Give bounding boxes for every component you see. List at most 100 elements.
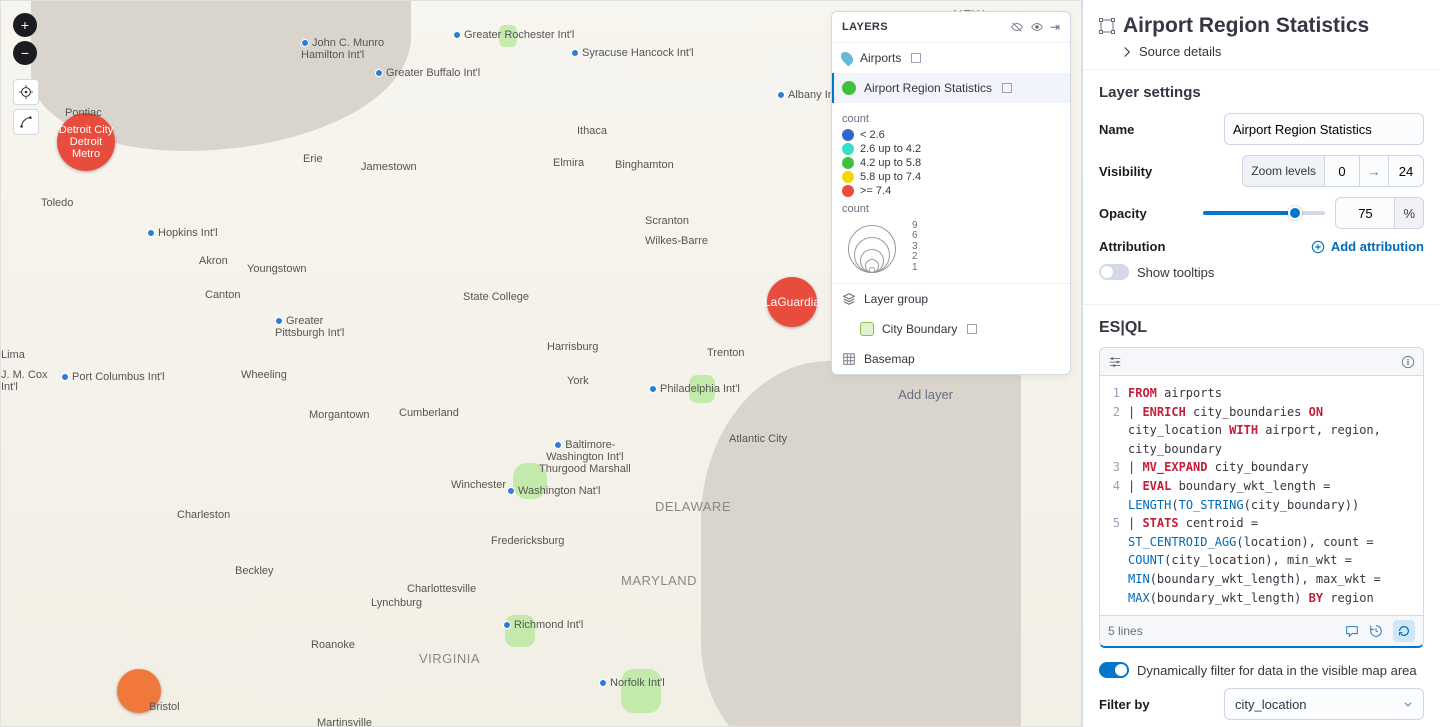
layer-airports[interactable]: Airports: [832, 43, 1070, 73]
legend-title: count: [842, 203, 1060, 215]
layer-basemap[interactable]: Basemap: [832, 344, 1070, 374]
map-place: Wheeling: [241, 369, 287, 381]
show-tooltips-label: Show tooltips: [1137, 265, 1214, 280]
map-place: Canton: [205, 289, 240, 301]
map-place: Bristol: [149, 701, 180, 713]
layer-editor-panel: Airport Region Statistics Source details…: [1082, 0, 1440, 727]
map-place: Cumberland: [399, 407, 459, 419]
attribution-label: Attribution: [1099, 239, 1165, 254]
map-place: York: [567, 375, 589, 387]
map-place: Ithaca: [577, 125, 607, 137]
map-place: Fredericksburg: [491, 535, 564, 547]
show-tooltips-toggle[interactable]: [1099, 264, 1129, 280]
circle-icon: [842, 81, 856, 95]
airport-label: Philadelphia Int'l: [660, 383, 740, 395]
checkbox-icon[interactable]: [1002, 83, 1012, 93]
show-all-icon[interactable]: [1030, 20, 1044, 34]
map-place: State College: [463, 291, 529, 303]
layer-label: Airport Region Statistics: [864, 81, 992, 95]
marker-detroit[interactable]: Detroit City Detroit Metro: [57, 113, 115, 171]
legend-row: 4.2 up to 5.8: [842, 157, 1060, 169]
esql-editor[interactable]: 1FROM airports2| ENRICH city_boundaries …: [1099, 375, 1424, 616]
locate-button[interactable]: [13, 79, 39, 105]
airport-label: Syracuse Hancock Int'l: [582, 47, 694, 59]
airport-label: J. M. CoxInt'l: [1, 369, 47, 393]
collapse-icon[interactable]: ⇥: [1050, 20, 1060, 34]
airport-label: Norfolk Int'l: [610, 677, 665, 689]
info-icon[interactable]: [1401, 355, 1415, 369]
source-details-toggle[interactable]: Source details: [1121, 44, 1424, 59]
editor-settings-icon[interactable]: [1108, 355, 1122, 369]
zoom-levels-label: Zoom levels: [1242, 155, 1324, 187]
legend-row: < 2.6: [842, 129, 1060, 141]
feedback-icon[interactable]: [1345, 624, 1359, 638]
add-attribution-button[interactable]: Add attribution: [1311, 239, 1424, 254]
visibility-label: Visibility: [1099, 164, 1152, 179]
measure-button[interactable]: [13, 109, 39, 135]
map-place: Martinsville: [317, 717, 372, 727]
zoom-max-input[interactable]: [1388, 155, 1424, 187]
filter-by-select[interactable]: city_location: [1224, 688, 1424, 720]
airport-label: Greater Buffalo Int'l: [386, 67, 480, 79]
map-place: Roanoke: [311, 639, 355, 651]
grid-icon: [842, 352, 856, 366]
map-place: Toledo: [41, 197, 73, 209]
percent-suffix: %: [1395, 197, 1424, 229]
history-icon[interactable]: [1369, 624, 1383, 638]
map-place: Morgantown: [309, 409, 370, 421]
map-place: Charlottesville: [407, 583, 476, 595]
map-place: Atlantic City: [729, 433, 787, 445]
hide-all-icon[interactable]: [1010, 20, 1024, 34]
chevron-right-icon: [1121, 46, 1133, 58]
map-place: Wilkes-Barre: [645, 235, 708, 247]
chevron-down-icon: [1403, 699, 1413, 709]
panel-title: Airport Region Statistics: [1123, 14, 1369, 38]
map-place: Scranton: [645, 215, 689, 227]
layer-city-boundary[interactable]: City Boundary: [832, 314, 1070, 344]
map-place: Lynchburg: [371, 597, 422, 609]
airport-label: Port Columbus Int'l: [72, 371, 165, 383]
lines-count: 5 lines: [1108, 624, 1143, 638]
legend-row: 2.6 up to 4.2: [842, 143, 1060, 155]
opacity-slider[interactable]: [1203, 211, 1325, 215]
size-legend-value: 6: [912, 231, 918, 242]
zoom-min-input[interactable]: [1324, 155, 1360, 187]
add-layer-button[interactable]: Add layer: [898, 387, 953, 402]
checkbox-icon[interactable]: [967, 324, 977, 334]
dynamic-filter-toggle[interactable]: [1099, 662, 1129, 678]
map-place: Jamestown: [361, 161, 417, 173]
size-legend-value: 1: [912, 263, 918, 274]
map-place: Lima: [1, 349, 25, 361]
airport-label: Baltimore-Washington Int'lThurgood Marsh…: [539, 439, 631, 475]
map-place: Charleston: [177, 509, 230, 521]
layer-name-input[interactable]: [1224, 113, 1424, 145]
state-label: DELAWARE: [655, 499, 731, 514]
legend-row: >= 7.4: [842, 185, 1060, 197]
checkbox-icon[interactable]: [911, 53, 921, 63]
layer-label: Layer group: [864, 292, 928, 306]
layers-title: LAYERS: [842, 21, 888, 33]
map-canvas[interactable]: Detroit City Detroit Metro LaGuardia Joh…: [0, 0, 1082, 727]
layer-label: Airports: [860, 51, 901, 65]
state-label: VIRGINIA: [419, 651, 480, 666]
layer-group-item[interactable]: Layer group: [832, 283, 1070, 314]
map-place: Winchester: [451, 479, 506, 491]
zoom-in-button[interactable]: +: [13, 13, 37, 37]
layer-region-statistics[interactable]: Airport Region Statistics: [832, 73, 1070, 103]
map-place: Youngstown: [247, 263, 307, 275]
size-legend-value: 2: [912, 252, 918, 263]
opacity-label: Opacity: [1099, 206, 1147, 221]
legend-title: count: [842, 113, 1060, 125]
run-query-button[interactable]: [1393, 620, 1415, 642]
size-legend: [842, 223, 902, 273]
dynamic-filter-label: Dynamically filter for data in the visib…: [1137, 663, 1417, 678]
filter-by-value: city_location: [1235, 697, 1307, 712]
airport-label: Greater Rochester Int'l: [464, 29, 574, 41]
marker-laguardia[interactable]: LaGuardia: [767, 277, 817, 327]
layer-label: City Boundary: [882, 322, 957, 336]
opacity-input[interactable]: [1335, 197, 1395, 229]
zoom-out-button[interactable]: −: [13, 41, 37, 65]
map-place: Beckley: [235, 565, 274, 577]
filter-by-label: Filter by: [1099, 697, 1150, 712]
airport-label: Hopkins Int'l: [158, 227, 218, 239]
